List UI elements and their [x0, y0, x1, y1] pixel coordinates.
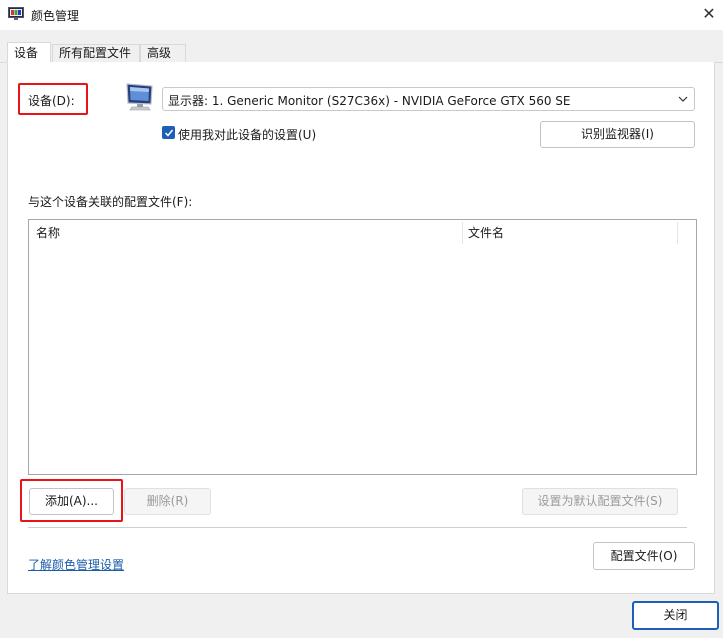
set-default-profile-button[interactable]: 设置为默认配置文件(S) [522, 488, 678, 515]
use-settings-label: 使用我对此设备的设置(U) [178, 128, 317, 142]
divider [28, 527, 687, 528]
add-profile-button[interactable]: 添加(A)... [29, 488, 114, 515]
use-settings-checkbox[interactable] [162, 126, 175, 139]
profiles-list[interactable]: 名称 文件名 [28, 219, 697, 475]
tab-devices[interactable]: 设备 [7, 42, 51, 63]
column-header-filename[interactable]: 文件名 [468, 220, 504, 246]
device-select-value: 显示器: 1. Generic Monitor (S27C36x) - NVID… [168, 94, 571, 108]
window-title: 颜色管理 [31, 9, 80, 23]
tab-all-profiles[interactable]: 所有配置文件 [52, 44, 140, 62]
remove-profile-button[interactable]: 删除(R) [124, 488, 211, 515]
column-separator[interactable] [677, 222, 678, 244]
column-header-name[interactable]: 名称 [36, 220, 60, 246]
device-label: 设备(D): [28, 94, 75, 108]
device-select[interactable]: 显示器: 1. Generic Monitor (S27C36x) - NVID… [162, 87, 695, 111]
profiles-button[interactable]: 配置文件(O) [593, 542, 695, 570]
color-management-icon [8, 7, 24, 21]
column-separator[interactable] [462, 222, 463, 244]
learn-color-management-link[interactable]: 了解颜色管理设置 [28, 556, 124, 573]
title-bar: 颜色管理 ✕ [0, 0, 723, 30]
tab-advanced[interactable]: 高级 [140, 44, 186, 62]
profiles-list-label: 与这个设备关联的配置文件(F): [28, 195, 193, 209]
monitor-icon [124, 82, 156, 112]
close-window-icon[interactable]: ✕ [700, 5, 718, 23]
checkmark-icon [164, 129, 174, 137]
close-button[interactable]: 关闭 [632, 601, 719, 630]
identify-monitors-button[interactable]: 识别监视器(I) [540, 121, 695, 148]
chevron-down-icon [678, 93, 688, 103]
